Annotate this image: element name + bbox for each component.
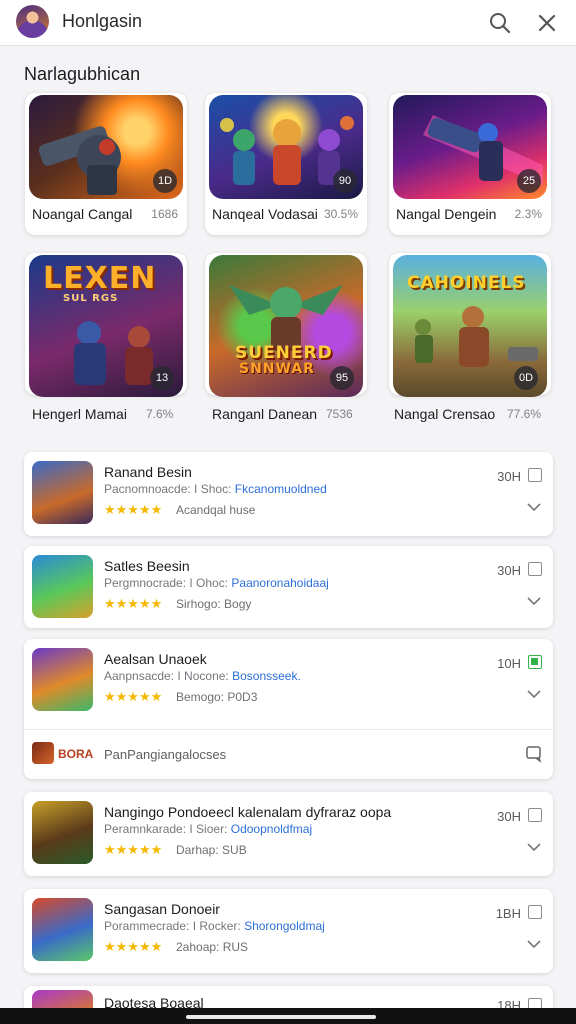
chevron-down-icon[interactable] (527, 689, 541, 699)
game-thumbnail (32, 898, 93, 961)
home-indicator[interactable] (186, 1015, 376, 1019)
game-name: Ranganl Danean (212, 406, 318, 422)
list-item-title: Aealsan Unaoek (104, 651, 207, 667)
list-item-meta: Acandqal huse (176, 503, 256, 517)
game-name: Hengerl Mamai (32, 406, 127, 422)
game-thumbnail (32, 461, 93, 524)
subrow-thumbnail (32, 742, 54, 764)
game-art: 1D (29, 95, 183, 199)
game-thumbnail (32, 648, 93, 711)
game-name: Nangal Dengein (396, 206, 497, 222)
expanded-subrow[interactable]: BORA PanPangiangalocses (24, 729, 553, 779)
list-item-meta: Bemogo: P0D3 (176, 690, 258, 704)
list-item-checkbox[interactable] (528, 562, 542, 576)
game-percent: 77.6% (507, 407, 542, 421)
rating-badge: 90 (333, 169, 357, 193)
chevron-down-icon[interactable] (527, 939, 541, 949)
art-subtitle-text: SNNWAR (239, 361, 315, 377)
game-name: Nanqeal Vodasai (212, 206, 318, 222)
rating-badge: 25 (517, 169, 541, 193)
featured-card[interactable]: 90 Nanqeal Vodasai 30.5% (205, 93, 367, 235)
app-title: Honlgasin (62, 11, 143, 31)
list-item[interactable]: Satles Beesin Pergmnocrade: I Ohoc: Paan… (24, 546, 553, 628)
star-rating: ★★★★★ (104, 596, 163, 611)
list-item-subtitle: Pacnomnoacde: I Shoc: Fkcanomuoldned (104, 482, 327, 496)
list-item-link[interactable]: Shorongoldmaj (244, 919, 325, 933)
list-item-link[interactable]: Odoopnoldfmaj (231, 822, 312, 836)
system-navigation-bar (0, 1008, 576, 1024)
list-item-time: 30H (497, 563, 521, 578)
featured-card[interactable]: 25 Nangal Dengein 2.3% (389, 93, 551, 235)
list-item[interactable]: Ranand Besin Pacnomnoacde: I Shoc: Fkcan… (24, 452, 553, 536)
game-percent: 1686 (151, 207, 178, 221)
list-item-subtitle: Peramnkarade: I Sioer: Odoopnoldfmaj (104, 822, 313, 836)
rating-badge: 0D (514, 366, 538, 390)
list-item-link[interactable]: Bosonsseek. (232, 669, 301, 683)
list-item-title: Ranand Besin (104, 464, 192, 480)
list-item[interactable]: Nangingo Pondoeecl kalenalam dyfraraz oo… (24, 792, 553, 876)
close-icon[interactable] (533, 9, 561, 37)
game-name: Nangal Crensao (394, 406, 496, 422)
list-item-link[interactable]: Fkcanomuoldned (235, 482, 327, 496)
search-icon[interactable] (486, 9, 514, 37)
list-item-time: 30H (497, 469, 521, 484)
star-rating: ★★★★★ (104, 689, 163, 704)
game-thumbnail (32, 555, 93, 618)
game-name: Noangal Cangal (32, 206, 133, 222)
list-item-checkbox[interactable] (528, 905, 542, 919)
featured-card[interactable]: SUENERD SNNWAR 95 (205, 253, 367, 397)
top-bar: Honlgasin (0, 0, 576, 46)
section-title: Narlagubhican (24, 64, 141, 84)
list-item-subtitle: Porammecrade: I Rocker: Shorongoldmaj (104, 919, 325, 933)
list-item-time: 1BH (495, 906, 521, 921)
list-item-meta: 2ahoap: RUS (176, 940, 249, 954)
list-item-checkbox[interactable] (528, 468, 542, 482)
list-item-link[interactable]: Paanorona​hoidaaj (231, 576, 328, 590)
list-item-checkbox[interactable] (528, 808, 542, 822)
list-item-title: Sangasan Donoeir (104, 901, 220, 917)
star-rating: ★★★★★ (104, 842, 163, 857)
rating-badge: 13 (150, 366, 174, 390)
list-item-time: 30H (497, 809, 521, 824)
list-item-subtitle: Aanpnsacde: I Nocone: Bosonsseek. (104, 669, 301, 683)
list-item-time: 10H (497, 656, 521, 671)
chevron-down-icon[interactable] (527, 842, 541, 852)
list-item[interactable]: Sangasan Donoeir Porammecrade: I Rocker:… (24, 889, 553, 973)
comment-icon[interactable] (525, 745, 543, 763)
list-item-checkbox[interactable] (528, 655, 542, 669)
game-thumbnail (32, 801, 93, 864)
rating-badge: 1D (153, 169, 177, 193)
list-item-title: Satles Beesin (104, 558, 190, 574)
featured-card[interactable]: 1D Noangal Cangal 1686 (25, 93, 187, 235)
subrow-text: PanPangiangalocses (104, 747, 227, 762)
rating-badge: 95 (330, 366, 354, 390)
list-item-meta: Darhap: SUB (176, 843, 247, 857)
featured-card[interactable]: LEXEN SUL RGS 13 (25, 253, 187, 397)
list-item-title: Nangingo Pondoeecl kalenalam dyfraraz oo… (104, 804, 392, 820)
game-percent: 7.6% (146, 407, 174, 421)
featured-card[interactable]: CAHOINELS 0D (389, 253, 551, 397)
star-rating: ★★★★★ (104, 502, 163, 517)
game-percent: 2.3% (514, 207, 542, 221)
subrow-tag: BORA (58, 747, 94, 761)
game-percent: 7536 (326, 407, 353, 421)
chevron-down-icon[interactable] (527, 502, 541, 512)
list-item-subtitle: Pergmnocrade: I Ohoc: Paanorona​hoidaaj (104, 576, 329, 590)
chevron-down-icon[interactable] (527, 596, 541, 606)
game-art: 25 (393, 95, 547, 199)
game-percent: 30.5% (323, 207, 358, 221)
game-art: 90 (209, 95, 363, 199)
list-item-meta: Sirhogo: Bogy (176, 597, 252, 611)
art-logo-text: SUENERD (235, 343, 333, 363)
avatar[interactable] (16, 5, 49, 38)
star-rating: ★★★★★ (104, 939, 163, 954)
